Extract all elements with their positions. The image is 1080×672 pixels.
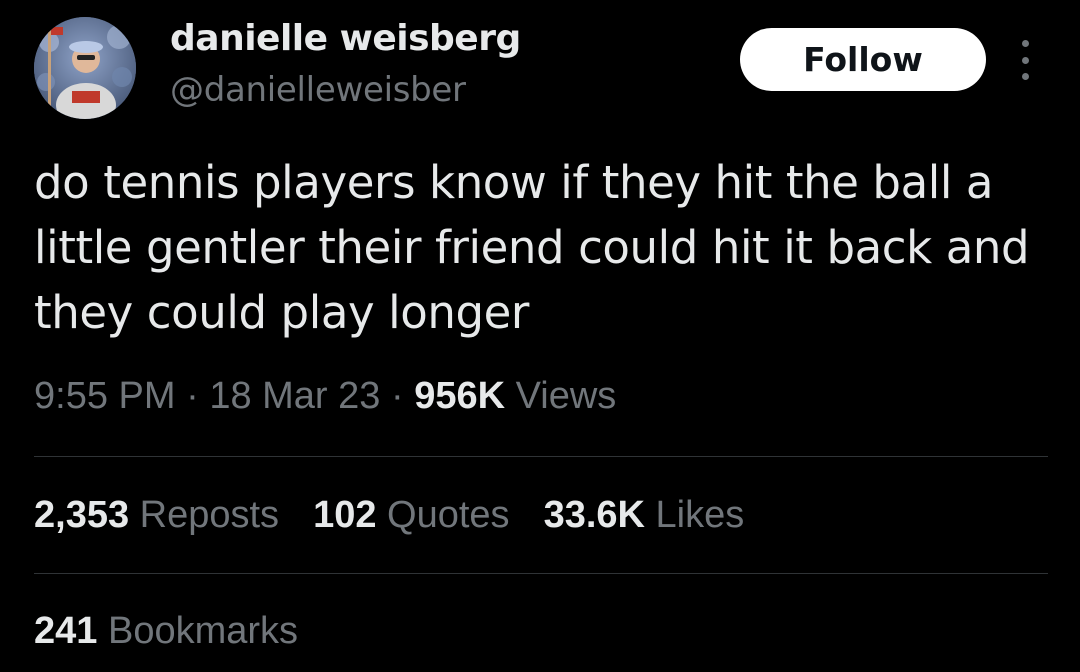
likes-label: Likes	[655, 494, 745, 536]
tweet-text: do tennis players know if they hit the b…	[34, 156, 1030, 339]
views-label: Views	[515, 375, 617, 417]
author-handle[interactable]: @danielleweisber	[170, 70, 466, 110]
more-dot	[1021, 73, 1029, 80]
reposts-label: Reposts	[139, 494, 280, 536]
more-dot	[1021, 40, 1029, 47]
more-vertical-icon[interactable]	[1012, 40, 1038, 80]
more-dot	[1021, 56, 1029, 64]
quotes-count: 102	[313, 494, 377, 536]
meta-separator: ·	[390, 375, 404, 417]
reposts-stat[interactable]: 2,353 Reposts	[34, 494, 279, 537]
tweet-date[interactable]: 18 Mar 23	[209, 375, 380, 417]
meta-separator: ·	[186, 375, 199, 417]
avatar[interactable]	[34, 17, 136, 119]
bookmarks-stat[interactable]: 241 Bookmarks	[34, 610, 298, 653]
quotes-label: Quotes	[387, 494, 510, 536]
likes-stat[interactable]: 33.6K Likes	[544, 494, 745, 537]
quotes-stat[interactable]: 102 Quotes	[313, 494, 510, 537]
divider	[34, 573, 1048, 574]
engagement-stats: 2,353 Reposts 102 Quotes 33.6K Likes	[34, 494, 778, 537]
likes-count: 33.6K	[543, 494, 645, 536]
tweet-meta: 9:55 PM · 18 Mar 23 · 956K Views	[34, 375, 616, 418]
bookmarks-count: 241	[34, 610, 98, 652]
avatar-photo	[34, 17, 136, 119]
bookmarks-label: Bookmarks	[107, 610, 299, 652]
views-count: 956K	[414, 375, 506, 417]
follow-button[interactable]: Follow	[740, 28, 986, 91]
author-display-name[interactable]: danielle weisberg	[170, 18, 521, 59]
divider	[34, 456, 1048, 457]
reposts-count: 2,353	[34, 494, 130, 536]
tweet-time[interactable]: 9:55 PM	[34, 375, 176, 417]
